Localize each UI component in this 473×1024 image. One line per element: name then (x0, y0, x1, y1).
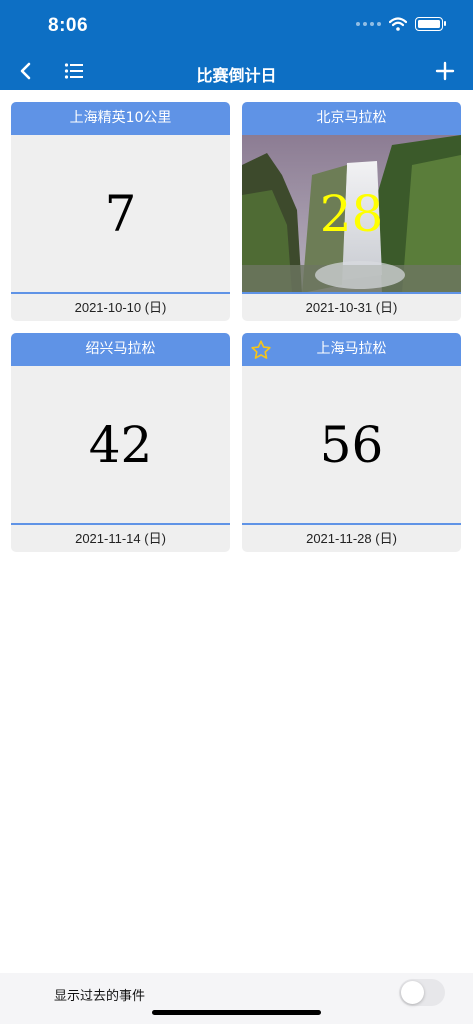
card-body: 7 (11, 135, 230, 293)
wifi-icon (389, 17, 407, 31)
status-icons (356, 17, 446, 31)
show-past-events-toggle[interactable] (399, 979, 445, 1006)
card-date: 2021-11-28 (日) (306, 531, 397, 546)
card-body: 42 (11, 366, 230, 524)
card-body: 56 (242, 366, 461, 524)
card-title: 绍兴马拉松 (11, 333, 230, 366)
event-card[interactable]: 绍兴马拉松 42 2021-11-14 (日) (11, 333, 230, 552)
event-card[interactable]: 上海马拉松 56 2021-11-28 (日) (242, 333, 461, 552)
add-icon[interactable] (435, 60, 455, 82)
card-title: 上海精英10公里 (11, 102, 230, 135)
card-date: 2021-10-10 (日) (74, 300, 167, 315)
home-indicator (152, 1010, 321, 1015)
days-remaining: 28 (319, 185, 384, 243)
event-card[interactable]: 上海精英10公里 7 2021-10-10 (日) (11, 102, 230, 321)
footer-bar: 显示过去的事件 (0, 973, 473, 1024)
card-title: 上海马拉松 (242, 333, 461, 366)
days-remaining: 7 (104, 185, 137, 243)
days-remaining: 42 (88, 416, 153, 474)
signal-icon (356, 22, 381, 26)
card-title: 北京马拉松 (242, 102, 461, 135)
battery-icon (415, 17, 446, 31)
navigation-bar: 8:06 比赛倒计日 (0, 0, 473, 90)
event-card[interactable]: 北京马拉松 28 2021-10-31 (日) (242, 102, 461, 321)
toggle-knob (401, 981, 424, 1004)
card-date: 2021-10-31 (日) (305, 300, 398, 315)
star-icon[interactable] (250, 339, 272, 361)
show-past-events-label: 显示过去的事件 (54, 989, 146, 1004)
days-remaining: 56 (319, 416, 384, 474)
status-time: 8:06 (48, 15, 89, 36)
page-title: 比赛倒计日 (196, 68, 277, 85)
card-body: 28 (242, 135, 461, 293)
card-date: 2021-11-14 (日) (75, 531, 166, 546)
